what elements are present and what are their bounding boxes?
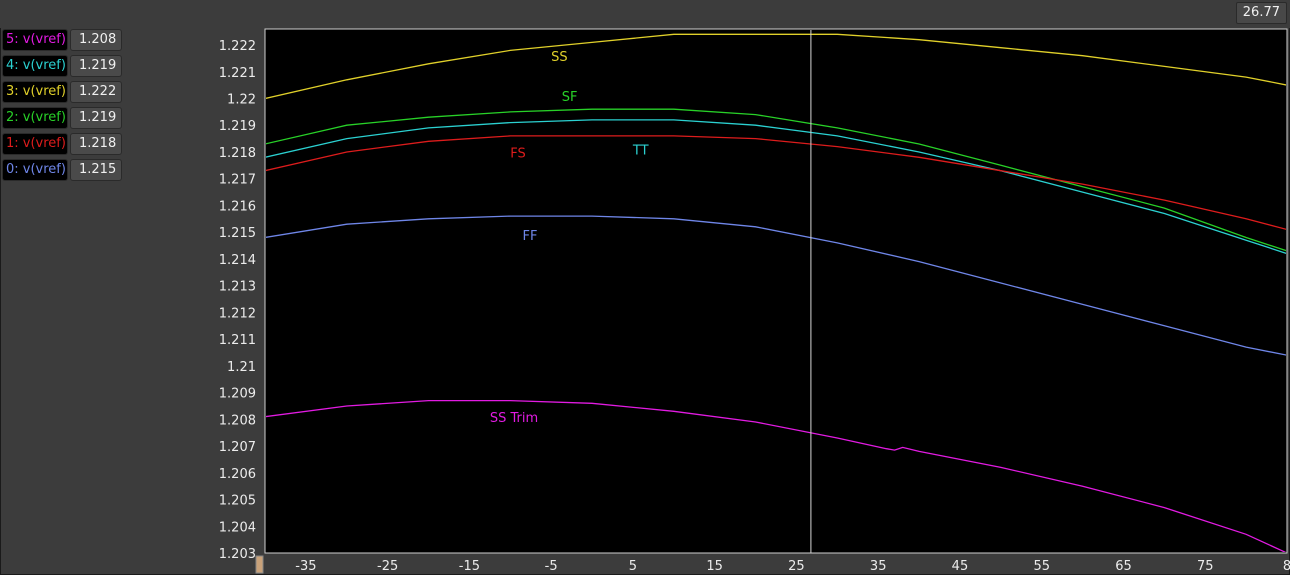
x-tick-label: 25 (788, 559, 805, 574)
x-tick-label: -25 (377, 559, 398, 574)
series-label: SS Trim (490, 411, 538, 426)
series-label: TT (632, 144, 649, 159)
x-tick-label: 75 (1197, 559, 1214, 574)
y-tick-label: 1.219 (219, 119, 256, 134)
x-scroll-handle[interactable] (255, 555, 264, 574)
y-tick-label: 1.216 (219, 199, 256, 214)
series-label: FS (510, 146, 526, 161)
y-tick-label: 1.215 (219, 226, 256, 241)
y-tick-label: 1.209 (219, 387, 256, 402)
y-tick-label: 1.213 (219, 280, 256, 295)
series-label: SS (551, 50, 568, 65)
y-tick-label: 1.205 (219, 494, 256, 509)
series-label: SF (562, 90, 578, 105)
x-tick-label: 15 (706, 559, 723, 574)
y-axis: 1.2031.2041.2051.2061.2071.2081.2091.211… (219, 39, 256, 562)
x-tick-label: 35 (870, 559, 887, 574)
x-tick-label: -15 (459, 559, 480, 574)
y-tick-label: 1.218 (219, 146, 256, 161)
y-tick-label: 1.214 (219, 253, 256, 268)
y-tick-label: 1.211 (219, 333, 256, 348)
waveform-plot[interactable]: 1.2031.2041.2051.2061.2071.2081.2091.211… (0, 0, 1290, 575)
y-tick-label: 1.206 (219, 467, 256, 482)
x-axis: -35 -25 -15 -5 5 15 25 35 45 55 65 75 8 (295, 559, 1290, 574)
plot-area[interactable] (264, 28, 1288, 554)
series-label: FF (523, 229, 538, 244)
y-tick-label: 1.204 (219, 520, 256, 535)
y-tick-label: 1.221 (219, 66, 256, 81)
x-tick-label: 5 (629, 559, 637, 574)
x-tick-label: 45 (952, 559, 969, 574)
y-tick-label: 1.208 (219, 413, 256, 428)
y-tick-label: 1.207 (219, 440, 256, 455)
y-tick-label: 1.203 (219, 547, 256, 562)
y-tick-label: 1.21 (227, 360, 256, 375)
x-tick-label: 65 (1115, 559, 1132, 574)
x-tick-label: 8 (1283, 559, 1290, 574)
y-tick-label: 1.22 (227, 93, 256, 108)
y-tick-label: 1.217 (219, 173, 256, 188)
x-tick-label: -35 (295, 559, 316, 574)
y-tick-label: 1.222 (219, 39, 256, 54)
y-tick-label: 1.212 (219, 306, 256, 321)
x-tick-label: -5 (545, 559, 558, 574)
x-tick-label: 55 (1033, 559, 1050, 574)
